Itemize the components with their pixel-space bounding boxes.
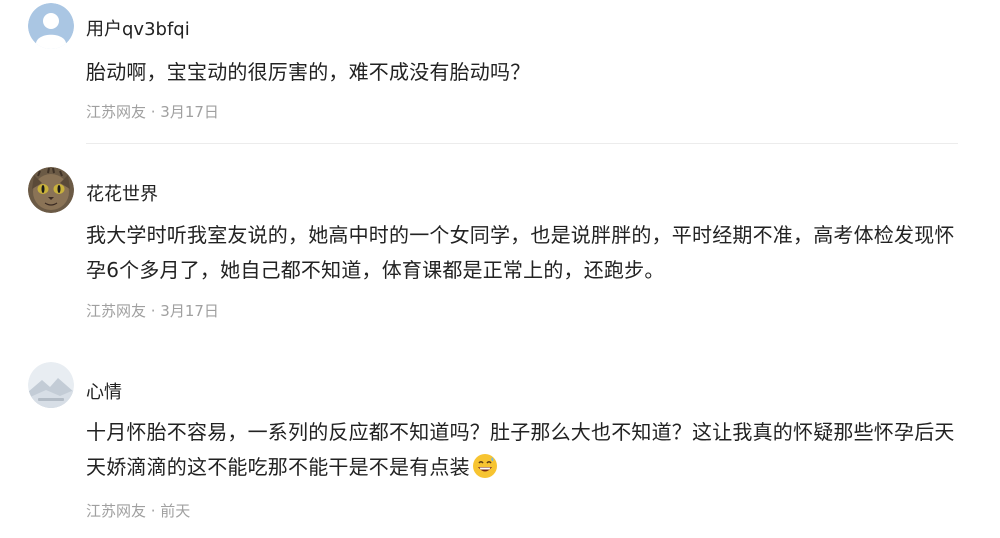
comment-list: 用户qv3bfqi 胎动啊，宝宝动的很厉害的，难不成没有胎动吗？ 江苏网友 · …: [0, 0, 1000, 538]
comment-meta: 江苏网友 · 3月17日: [86, 103, 219, 121]
avatar[interactable]: [28, 362, 74, 408]
landscape-avatar-icon: [28, 362, 74, 408]
comment-username[interactable]: 心情: [86, 378, 122, 404]
comment-text: 我大学时听我室友说的，她高中时的一个女同学，也是说胖胖的，平时经期不准，高考体检…: [86, 223, 955, 282]
divider: [86, 143, 958, 144]
avatar[interactable]: [28, 167, 74, 213]
comment-username[interactable]: 花花世界: [86, 180, 158, 206]
comment-meta: 江苏网友 · 前天: [86, 502, 191, 520]
avatar[interactable]: [28, 3, 74, 49]
cat-avatar-icon: [28, 167, 74, 213]
grinning-sweat-emoji-icon: [472, 453, 498, 479]
default-user-avatar-icon: [28, 3, 74, 49]
comment-username[interactable]: 用户qv3bfqi: [86, 15, 190, 41]
comment-text-body: 十月怀胎不容易，一系列的反应都不知道吗？肚子那么大也不知道？这让我真的怀疑那些怀…: [86, 420, 955, 479]
comment-item: 心情 十月怀胎不容易，一系列的反应都不知道吗？肚子那么大也不知道？这让我真的怀疑…: [0, 335, 1000, 538]
comment-item: 用户qv3bfqi 胎动啊，宝宝动的很厉害的，难不成没有胎动吗？ 江苏网友 · …: [0, 0, 1000, 145]
comment-meta: 江苏网友 · 3月17日: [86, 302, 219, 320]
comment-text: 胎动啊，宝宝动的很厉害的，难不成没有胎动吗？: [86, 60, 531, 84]
comment-item: 花花世界 我大学时听我室友说的，她高中时的一个女同学，也是说胖胖的，平时经期不准…: [0, 145, 1000, 335]
comment-text: 十月怀胎不容易，一系列的反应都不知道吗？肚子那么大也不知道？这让我真的怀疑那些怀…: [86, 415, 966, 485]
